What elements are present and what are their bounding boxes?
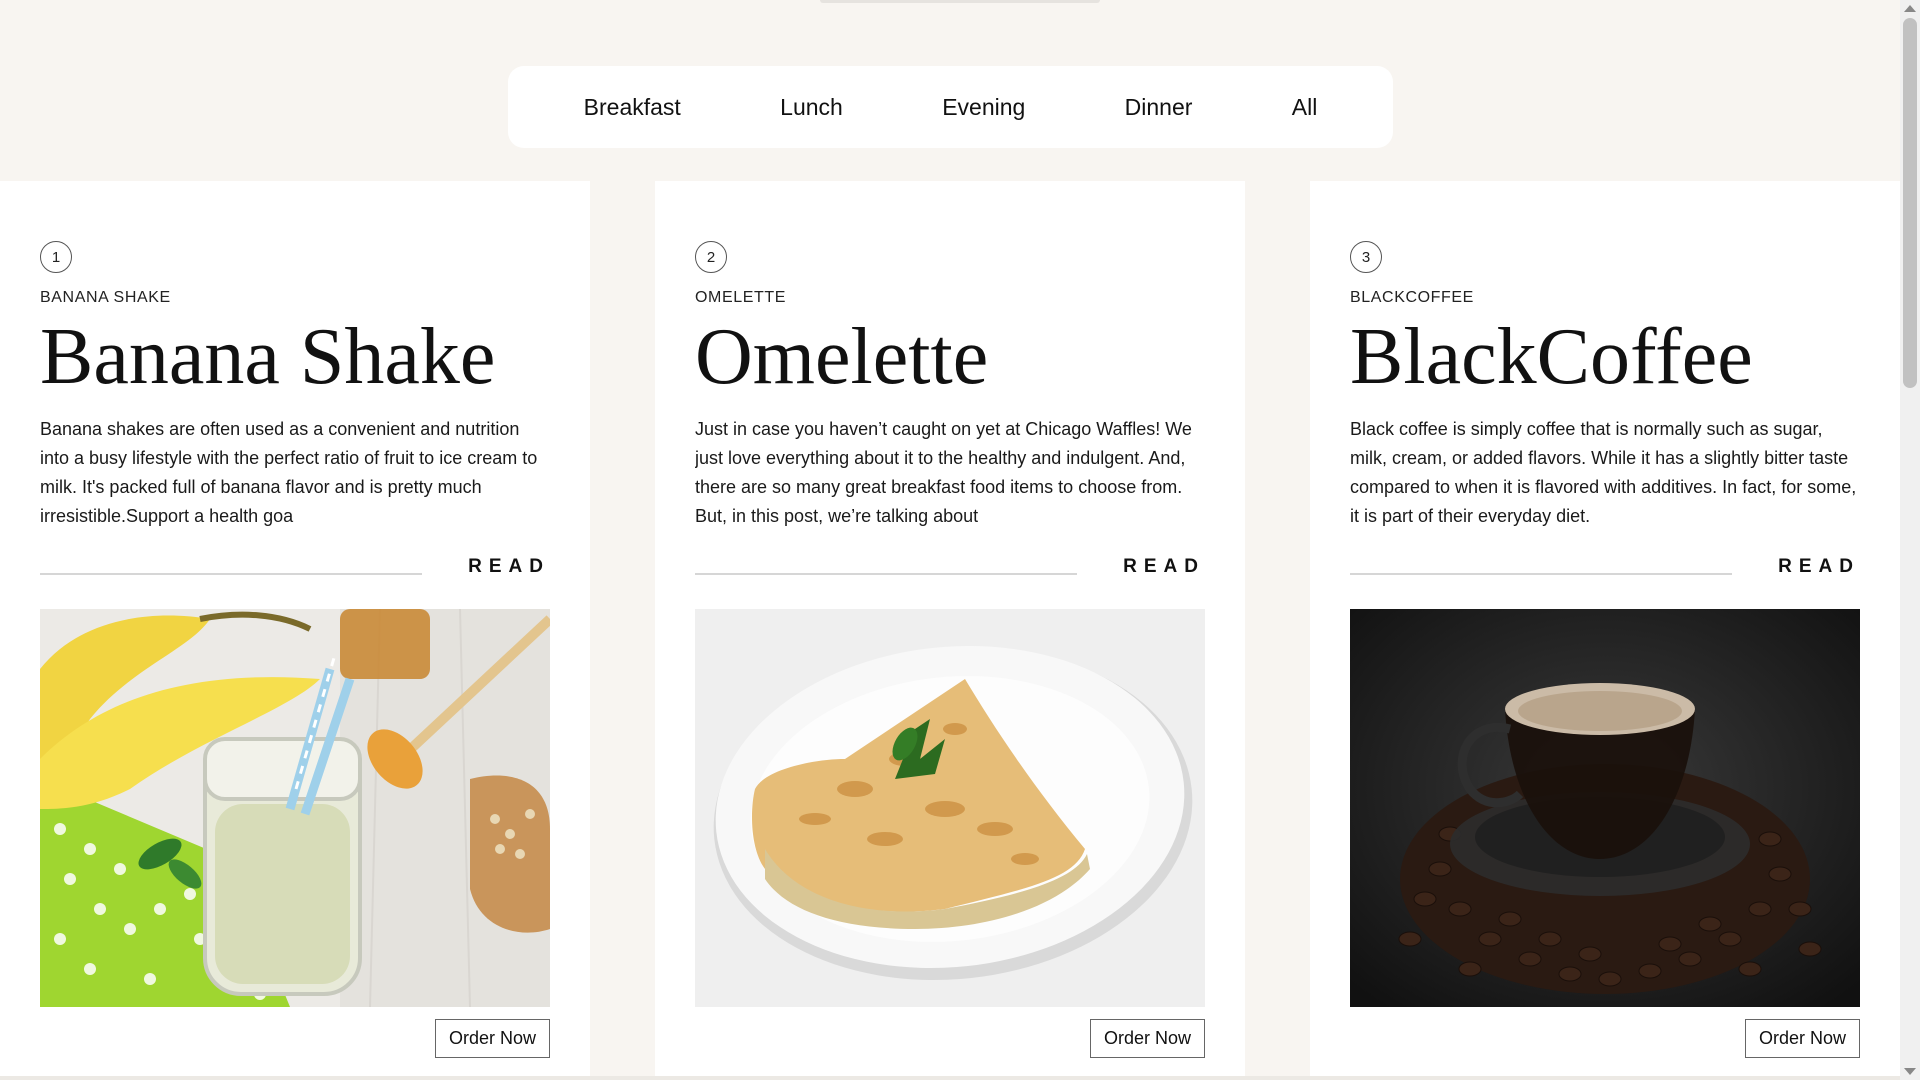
omelette-photo [695, 609, 1205, 1007]
read-button[interactable]: READ [1778, 556, 1860, 578]
tab-breakfast[interactable]: Breakfast [574, 88, 691, 127]
tab-dinner[interactable]: Dinner [1115, 88, 1203, 127]
card-title: BlackCoffee [1350, 313, 1753, 401]
read-row: READ [40, 549, 550, 585]
menu-card-banana-shake: 1 BANANA SHAKE Banana Shake Banana shake… [0, 181, 590, 1080]
card-description: Just in case you haven’t caught on yet a… [695, 419, 1192, 526]
black-coffee-photo [1350, 609, 1860, 1007]
category-tabs: Breakfast Lunch Evening Dinner All [508, 66, 1393, 148]
scrollbar-thumb[interactable] [1903, 18, 1917, 388]
order-now-button[interactable]: Order Now [1744, 1019, 1860, 1058]
tab-evening[interactable]: Evening [932, 88, 1035, 127]
tab-lunch[interactable]: Lunch [770, 88, 853, 127]
banana-shake-photo [40, 609, 550, 1007]
menu-card-omelette: 2 OMELETTE Omelette Just in case you hav… [655, 181, 1245, 1080]
card-subtitle: BANANA SHAKE [40, 289, 171, 306]
card-number-badge: 3 [1350, 241, 1382, 273]
tab-all[interactable]: All [1282, 88, 1328, 127]
card-title: Banana Shake [40, 313, 496, 401]
menu-cards: 1 BANANA SHAKE Banana Shake Banana shake… [0, 181, 1900, 1080]
card-number-badge: 2 [695, 241, 727, 273]
card-number-badge: 1 [40, 241, 72, 273]
card-title: Omelette [695, 313, 989, 401]
vertical-scrollbar[interactable] [1900, 0, 1920, 1080]
order-row: Order Now [695, 1019, 1205, 1058]
divider-line [40, 573, 422, 575]
order-row: Order Now [1350, 1019, 1860, 1058]
top-edge-tab [820, 0, 1100, 3]
order-row: Order Now [40, 1019, 550, 1058]
read-row: READ [695, 549, 1205, 585]
card-subtitle: OMELETTE [695, 289, 787, 306]
read-row: READ [1350, 549, 1860, 585]
divider-line [1350, 573, 1732, 575]
read-button[interactable]: READ [468, 556, 550, 578]
card-description: Banana shakes are often used as a conven… [40, 419, 538, 526]
card-subtitle: BLACKCOFFEE [1350, 289, 1474, 306]
scroll-down-icon[interactable] [1904, 1068, 1916, 1075]
order-now-button[interactable]: Order Now [434, 1019, 550, 1058]
menu-card-black-coffee: 3 BLACKCOFFEE BlackCoffee Black coffee i… [1310, 181, 1900, 1080]
order-now-button[interactable]: Order Now [1089, 1019, 1205, 1058]
bottom-edge [0, 1076, 1900, 1080]
read-button[interactable]: READ [1123, 556, 1205, 578]
card-description: Black coffee is simply coffee that is no… [1350, 419, 1857, 526]
divider-line [695, 573, 1077, 575]
scroll-up-icon[interactable] [1904, 5, 1916, 12]
